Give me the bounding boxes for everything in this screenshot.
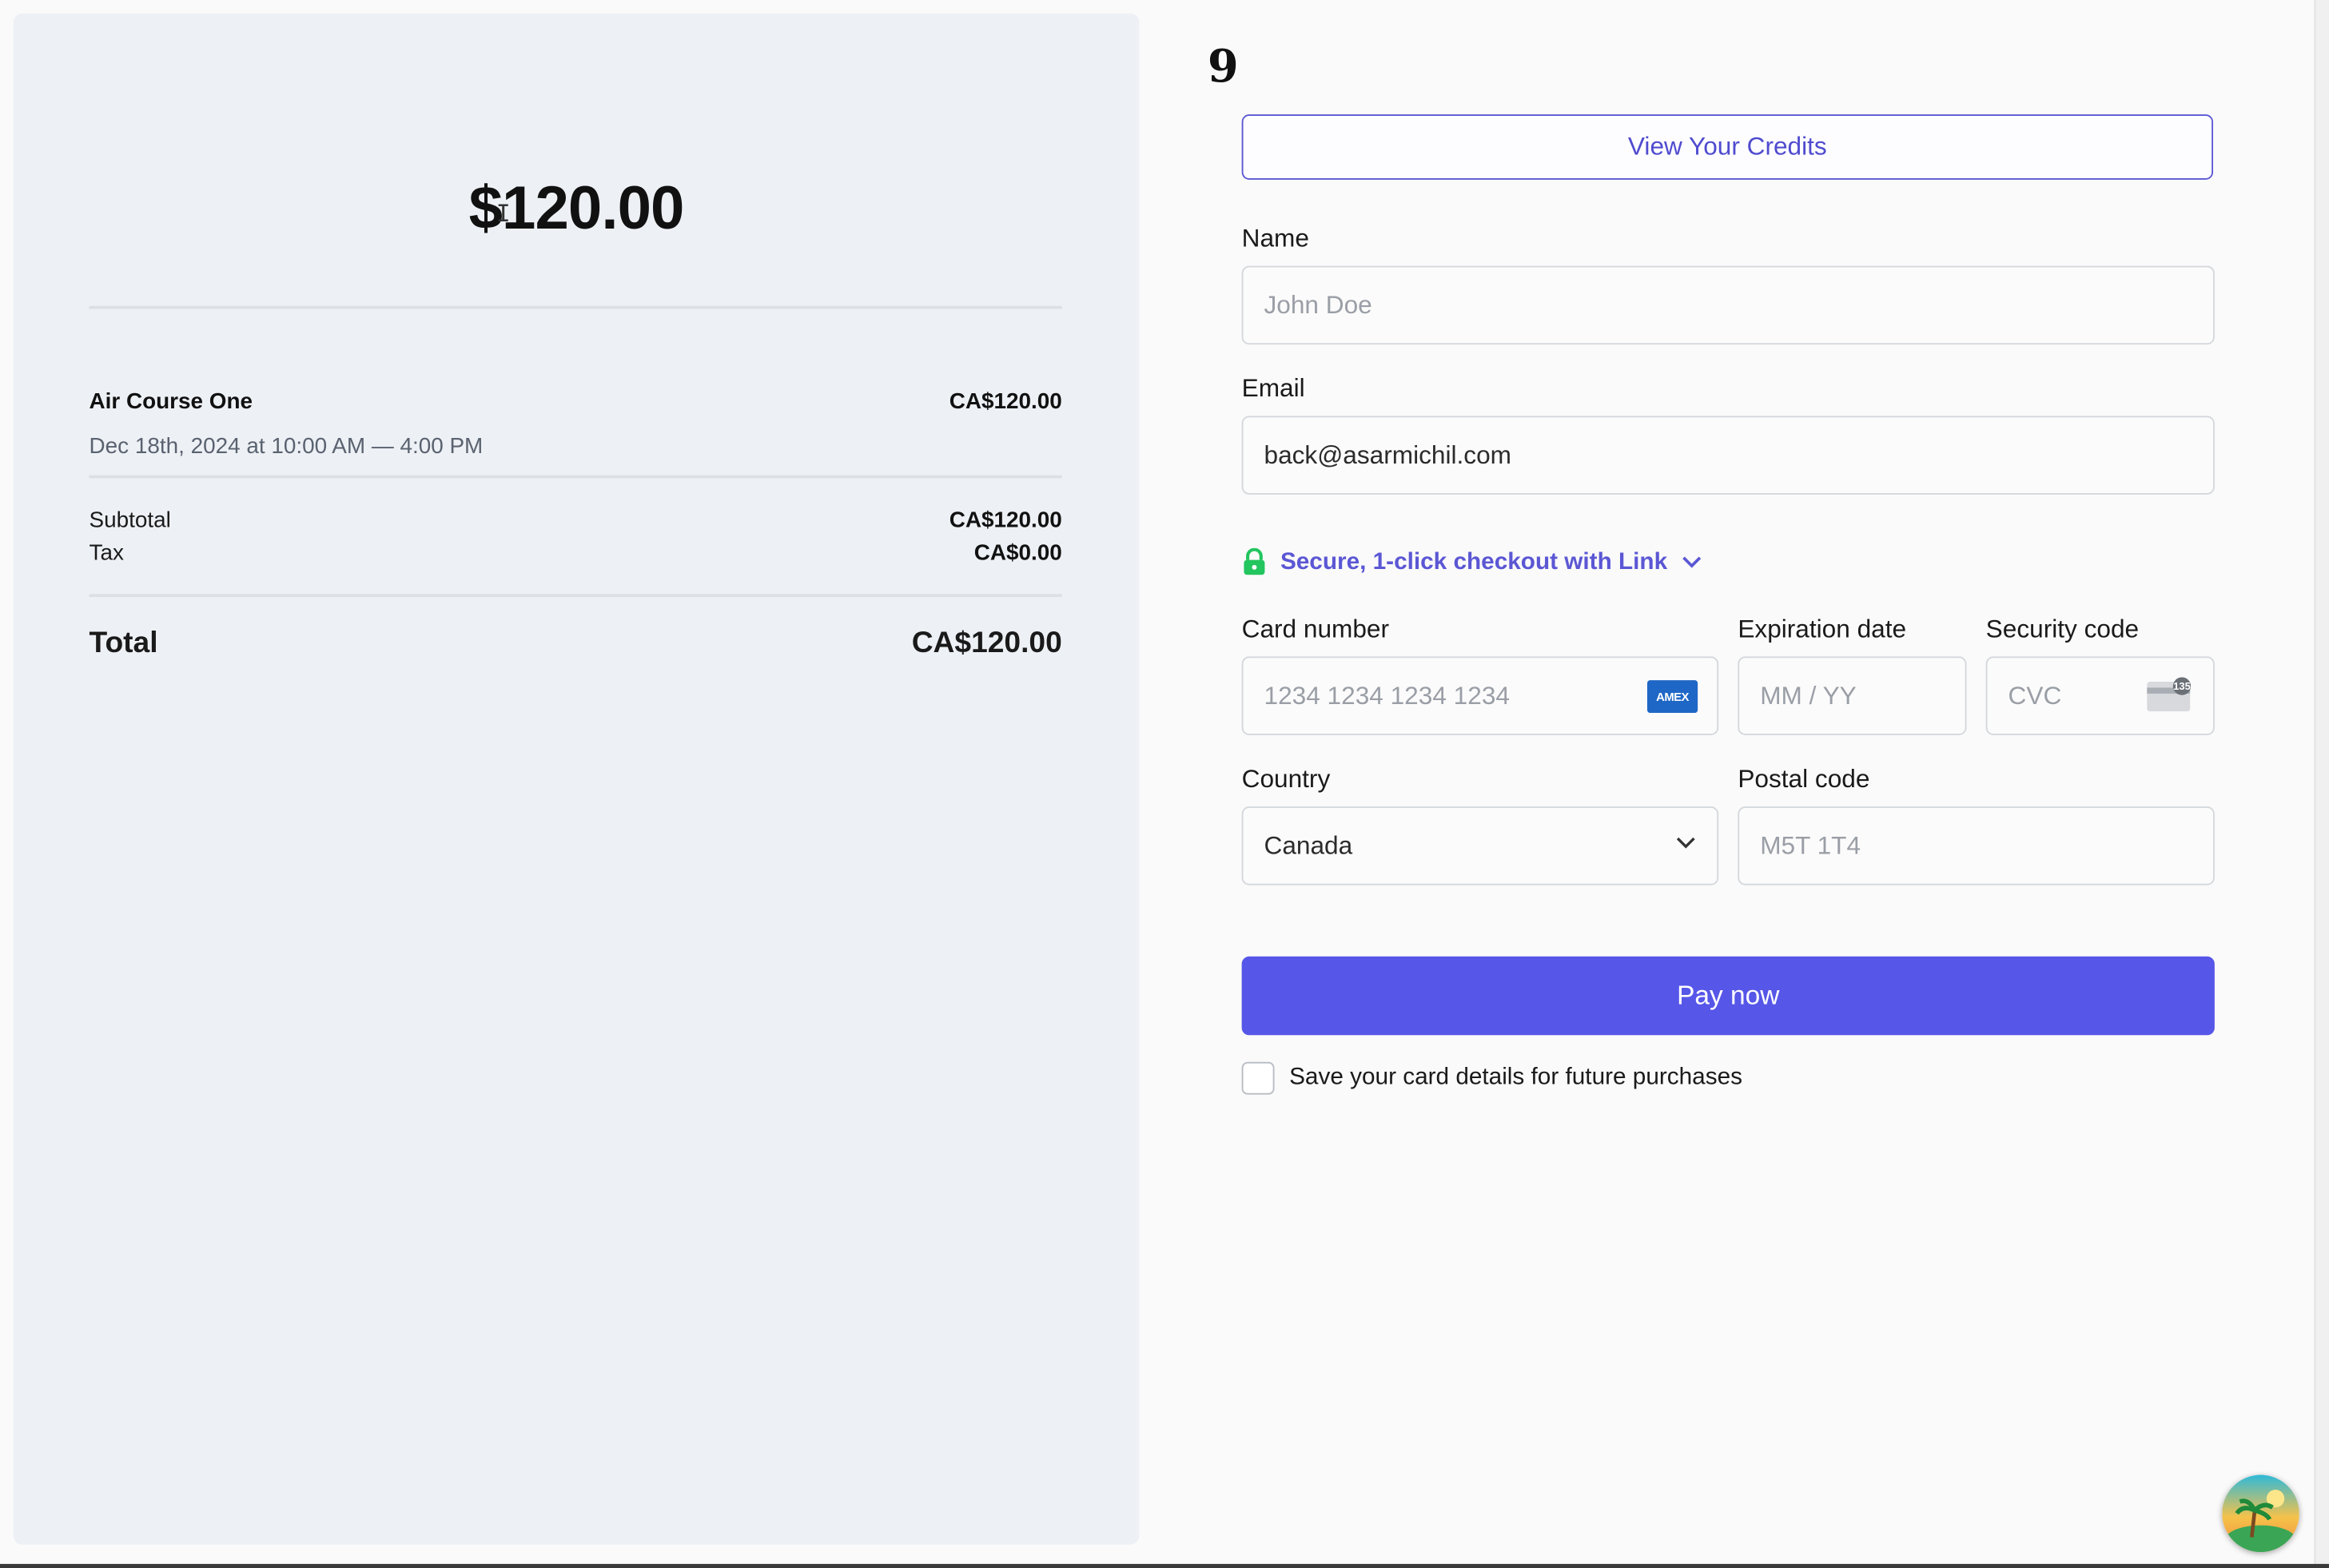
card-number-field[interactable]: 1234 1234 1234 1234 AMEX xyxy=(1241,656,1719,735)
email-label: Email xyxy=(1241,374,1305,403)
order-summary-panel: $120.00 Air Course One CA$120.00 Dec 18t… xyxy=(13,13,1140,1545)
total-row: Total CA$120.00 xyxy=(90,627,1062,661)
line-item-name: Air Course One xyxy=(89,388,253,415)
country-select[interactable]: Canada xyxy=(1241,806,1719,885)
expiration-label: Expiration date xyxy=(1738,615,1907,643)
lock-icon xyxy=(1244,547,1265,575)
link-checkout-toggle[interactable]: Secure, 1-click checkout with Link xyxy=(1242,547,1702,576)
security-code-field[interactable]: CVC 135 xyxy=(1985,656,2215,735)
checkout-page: $120.00 Air Course One CA$120.00 Dec 18t… xyxy=(0,0,2329,1568)
total-label: Total xyxy=(89,627,158,660)
name-field[interactable]: John Doe xyxy=(1241,265,2215,345)
chevron-down-icon xyxy=(1676,837,1695,849)
link-checkout-label: Secure, 1-click checkout with Link xyxy=(1280,548,1668,575)
card-number-placeholder: 1234 1234 1234 1234 xyxy=(1264,681,1510,710)
divider xyxy=(89,594,1062,598)
security-code-label: Security code xyxy=(1985,615,2140,643)
window-bottom-edge xyxy=(0,1563,2329,1568)
expiration-field[interactable]: MM / YY xyxy=(1738,656,1967,735)
divider xyxy=(89,475,1062,479)
line-item-price: CA$120.00 xyxy=(949,388,1062,415)
postal-code-label: Postal code xyxy=(1738,765,1870,794)
scrollbar[interactable] xyxy=(2314,0,2329,1568)
cvc-card-icon: 135 xyxy=(2147,677,2192,712)
tax-label: Tax xyxy=(89,540,124,567)
tax-row: Tax CA$0.00 xyxy=(90,540,1062,566)
security-code-placeholder: CVC xyxy=(2008,681,2062,710)
subtotal-label: Subtotal xyxy=(89,507,171,534)
total-value: CA$120.00 xyxy=(911,627,1062,660)
line-item-date: Dec 18th, 2024 at 10:00 AM — 4:00 PM xyxy=(89,433,484,460)
cvc-badge: 135 xyxy=(2173,680,2191,692)
tax-value: CA$0.00 xyxy=(973,540,1062,567)
avatar-icon[interactable] xyxy=(2222,1474,2299,1553)
card-number-label: Card number xyxy=(1241,615,1390,643)
save-card-label: Save your card details for future purcha… xyxy=(1289,1065,1742,1091)
country-value: Canada xyxy=(1264,830,1353,860)
country-label: Country xyxy=(1241,765,1331,794)
name-label: Name xyxy=(1241,224,1309,253)
divider xyxy=(89,305,1062,309)
view-credits-button[interactable]: View Your Credits xyxy=(1241,114,2214,180)
pay-now-button[interactable]: Pay now xyxy=(1241,956,2215,1036)
save-card-checkbox[interactable] xyxy=(1241,1061,1275,1095)
email-field[interactable]: back@asarmichil.com xyxy=(1241,416,2215,495)
postal-code-field[interactable]: M5T 1T4 xyxy=(1738,806,2215,885)
line-item: Air Course One CA$120.00 xyxy=(90,389,1062,415)
subtotal-value: CA$120.00 xyxy=(949,507,1062,534)
amex-card-icon: AMEX xyxy=(1646,680,1698,714)
subtotal-row: Subtotal CA$120.00 xyxy=(90,508,1062,534)
summary-amount: $120.00 xyxy=(468,173,685,242)
brand-logo: 9 xyxy=(1207,42,1239,94)
chevron-down-icon xyxy=(1682,556,1701,568)
text-cursor-icon: I xyxy=(496,199,511,228)
